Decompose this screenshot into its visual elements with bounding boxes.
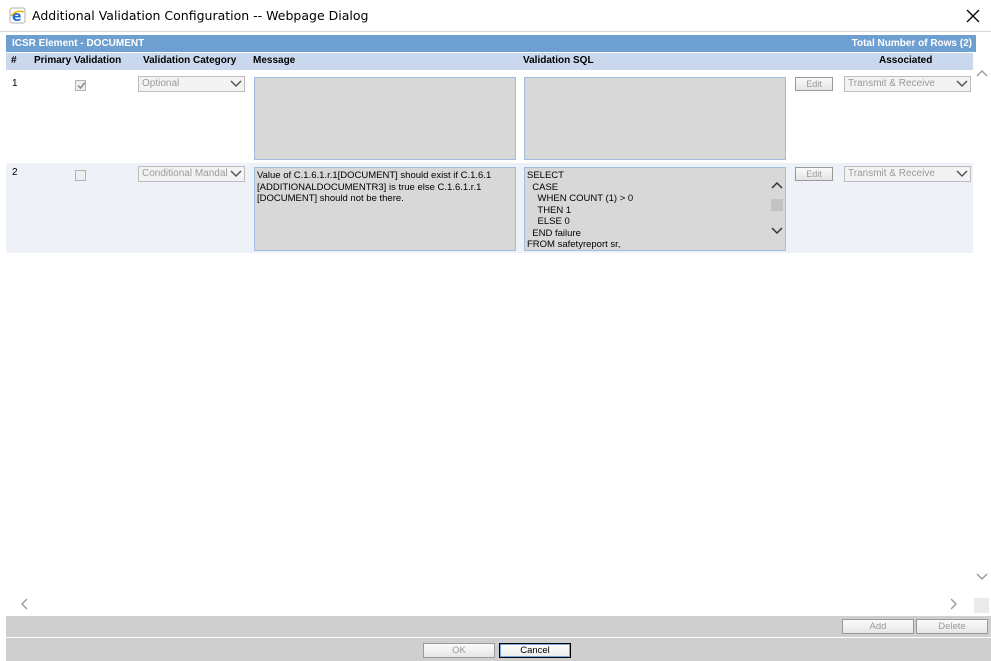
associated-value: Transmit & Receive [848,78,935,89]
validation-category-value: Conditional Mandal [142,168,228,179]
row-number: 1 [12,78,18,89]
chevron-down-icon [230,169,242,181]
scroll-down-icon[interactable] [976,572,988,582]
chevron-down-icon [956,79,968,91]
row-number: 2 [12,167,18,178]
col-associated: Associated [879,55,933,66]
col-validation-category: Validation Category [143,55,237,66]
close-icon[interactable] [961,4,985,28]
dialog-actions-bar: OK Cancel [6,638,991,661]
row-actions-bar: Add Delete [6,616,991,637]
sql-line: WHEN COUNT (1) > 0 [527,193,634,204]
delete-button[interactable]: Delete [916,619,988,634]
edit-button[interactable]: Edit [795,167,833,181]
sql-line: THEN 1 [527,204,572,216]
ie-icon: e [9,7,26,25]
sql-line: ELSE 0 [527,216,570,227]
col-validation-sql: Validation SQL [523,55,594,66]
sql-scrollbar[interactable] [770,169,784,250]
sql-line: CASE [527,181,559,193]
chevron-down-icon [956,169,968,181]
scroll-right-icon[interactable] [947,598,959,613]
scroll-corner [974,598,989,613]
primary-validation-checkbox[interactable] [75,80,86,91]
associated-select[interactable]: Transmit & Receive [844,166,971,182]
section-title: ICSR Element - DOCUMENT [12,38,145,49]
validation-category-select[interactable]: Optional [138,76,245,92]
primary-validation-checkbox[interactable] [75,170,86,181]
section-header: ICSR Element - DOCUMENT Total Number of … [6,35,976,52]
message-textarea[interactable] [254,77,516,160]
edit-button[interactable]: Edit [795,77,833,91]
message-textarea[interactable]: Value of C.1.6.1.r.1[DOCUMENT] should ex… [254,167,516,251]
title-bar: e Additional Validation Configuration --… [0,0,991,32]
table-row: 2 Conditional Mandal Value of C.1.6.1.r.… [6,163,973,253]
associated-value: Transmit & Receive [848,168,935,179]
total-rows: Total Number of Rows (2) [851,38,972,49]
validation-sql-textarea[interactable]: SELECT CASE WHEN COUNT (1) > 0 THEN 1 EL… [524,167,786,251]
table-row: 1 Optional Edit Transmit & Receive [6,74,973,162]
sql-line: END failure [527,227,581,239]
col-num: # [11,55,17,66]
validation-category-value: Optional [142,78,180,89]
sql-line: SELECT [527,170,564,181]
col-primary-validation: Primary Validation [34,55,122,66]
window-title: Additional Validation Configuration -- W… [32,8,369,23]
scroll-left-icon[interactable] [19,598,31,613]
ok-button[interactable]: OK [423,643,495,658]
validation-sql-textarea[interactable] [524,77,786,160]
associated-select[interactable]: Transmit & Receive [844,76,971,92]
check-icon [77,82,86,90]
column-header: # Primary Validation Validation Category… [6,53,973,70]
sql-line: FROM safetyreport sr, [527,239,621,250]
add-button[interactable]: Add [842,619,914,634]
validation-category-select[interactable]: Conditional Mandal [138,166,245,182]
chevron-down-icon [230,79,242,91]
col-message: Message [253,55,296,66]
scroll-up-icon[interactable] [976,68,988,78]
cancel-button[interactable]: Cancel [499,643,571,658]
